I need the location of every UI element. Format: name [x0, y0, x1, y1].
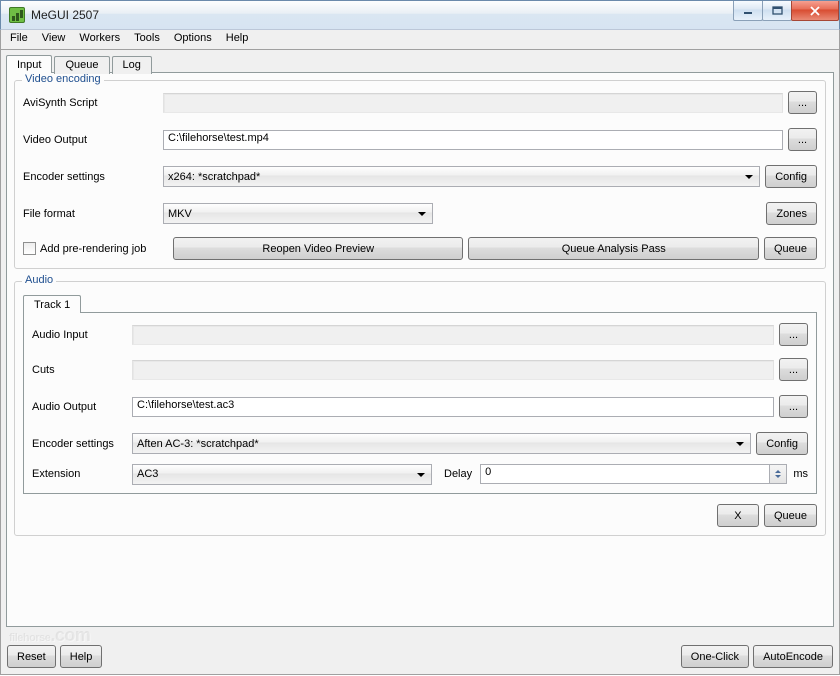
cuts-label: Cuts	[32, 364, 132, 376]
tab-body-input: Video encoding AviSynth Script ... Video…	[6, 72, 834, 627]
avisynth-label: AviSynth Script	[23, 97, 163, 109]
footer: Reset Help One-Click AutoEncode	[7, 645, 833, 668]
menu-view[interactable]: View	[35, 30, 73, 49]
tab-log[interactable]: Log	[112, 56, 152, 74]
audio-output-browse-button[interactable]: ...	[779, 395, 808, 418]
extension-label: Extension	[32, 468, 132, 480]
menu-file[interactable]: File	[3, 30, 35, 49]
menu-help[interactable]: Help	[219, 30, 256, 49]
audio-encoder-select[interactable]: Aften AC-3: *scratchpad*	[132, 433, 751, 454]
minimize-button[interactable]	[733, 1, 763, 21]
extension-select[interactable]: AC3	[132, 464, 432, 485]
zones-button[interactable]: Zones	[766, 202, 817, 225]
reset-button[interactable]: Reset	[7, 645, 56, 668]
delay-label: Delay	[444, 468, 472, 480]
video-queue-button[interactable]: Queue	[764, 237, 817, 260]
audio-legend: Audio	[22, 274, 56, 286]
menu-workers[interactable]: Workers	[72, 30, 127, 49]
tab-track-1[interactable]: Track 1	[23, 295, 81, 313]
audio-input-field[interactable]	[132, 325, 774, 345]
menu-options[interactable]: Options	[167, 30, 219, 49]
delay-spinner[interactable]	[770, 464, 787, 484]
video-encoder-label: Encoder settings	[23, 171, 163, 183]
app-icon	[9, 7, 25, 23]
prerender-label: Add pre-rendering job	[40, 243, 168, 255]
queue-analysis-button[interactable]: Queue Analysis Pass	[468, 237, 758, 260]
video-encoder-select[interactable]: x264: *scratchpad*	[163, 166, 760, 187]
audio-input-label: Audio Input	[32, 329, 132, 341]
video-output-input[interactable]: C:\filehorse\test.mp4	[163, 130, 783, 150]
menu-tools[interactable]: Tools	[127, 30, 167, 49]
audio-queue-button[interactable]: Queue	[764, 504, 817, 527]
video-output-browse-button[interactable]: ...	[788, 128, 817, 151]
title-bar: MeGUI 2507	[0, 0, 840, 30]
cuts-browse-button[interactable]: ...	[779, 358, 808, 381]
one-click-button[interactable]: One-Click	[681, 645, 749, 668]
video-output-label: Video Output	[23, 134, 163, 146]
audio-x-button[interactable]: X	[717, 504, 759, 527]
delay-input[interactable]: 0	[480, 464, 770, 484]
close-button[interactable]	[791, 1, 839, 21]
audio-config-button[interactable]: Config	[756, 432, 808, 455]
delay-unit: ms	[793, 468, 808, 480]
tab-input[interactable]: Input	[6, 55, 52, 73]
menu-bar: File View Workers Tools Options Help	[0, 30, 840, 50]
audio-encoder-label: Encoder settings	[32, 438, 132, 450]
prerender-checkbox[interactable]	[23, 242, 36, 255]
video-config-button[interactable]: Config	[765, 165, 817, 188]
audio-output-label: Audio Output	[32, 401, 132, 413]
avisynth-input[interactable]	[163, 93, 783, 113]
cuts-field[interactable]	[132, 360, 774, 380]
avisynth-browse-button[interactable]: ...	[788, 91, 817, 114]
help-button[interactable]: Help	[60, 645, 103, 668]
audio-track-body: Audio Input ... Cuts ... Audio Output C:…	[23, 312, 817, 494]
audio-output-field[interactable]: C:\filehorse\test.ac3	[132, 397, 774, 417]
window-title: MeGUI 2507	[31, 8, 99, 22]
maximize-button[interactable]	[762, 1, 792, 21]
video-encoding-group: Video encoding AviSynth Script ... Video…	[14, 80, 826, 269]
file-format-select[interactable]: MKV	[163, 203, 433, 224]
audio-group: Audio Track 1 Audio Input ... Cuts ...	[14, 281, 826, 536]
autoencode-button[interactable]: AutoEncode	[753, 645, 833, 668]
main-tabs: Input Queue Log	[6, 54, 834, 72]
reopen-preview-button[interactable]: Reopen Video Preview	[173, 237, 463, 260]
audio-input-browse-button[interactable]: ...	[779, 323, 808, 346]
tab-queue[interactable]: Queue	[54, 56, 109, 74]
file-format-label: File format	[23, 208, 163, 220]
video-legend: Video encoding	[22, 73, 104, 85]
